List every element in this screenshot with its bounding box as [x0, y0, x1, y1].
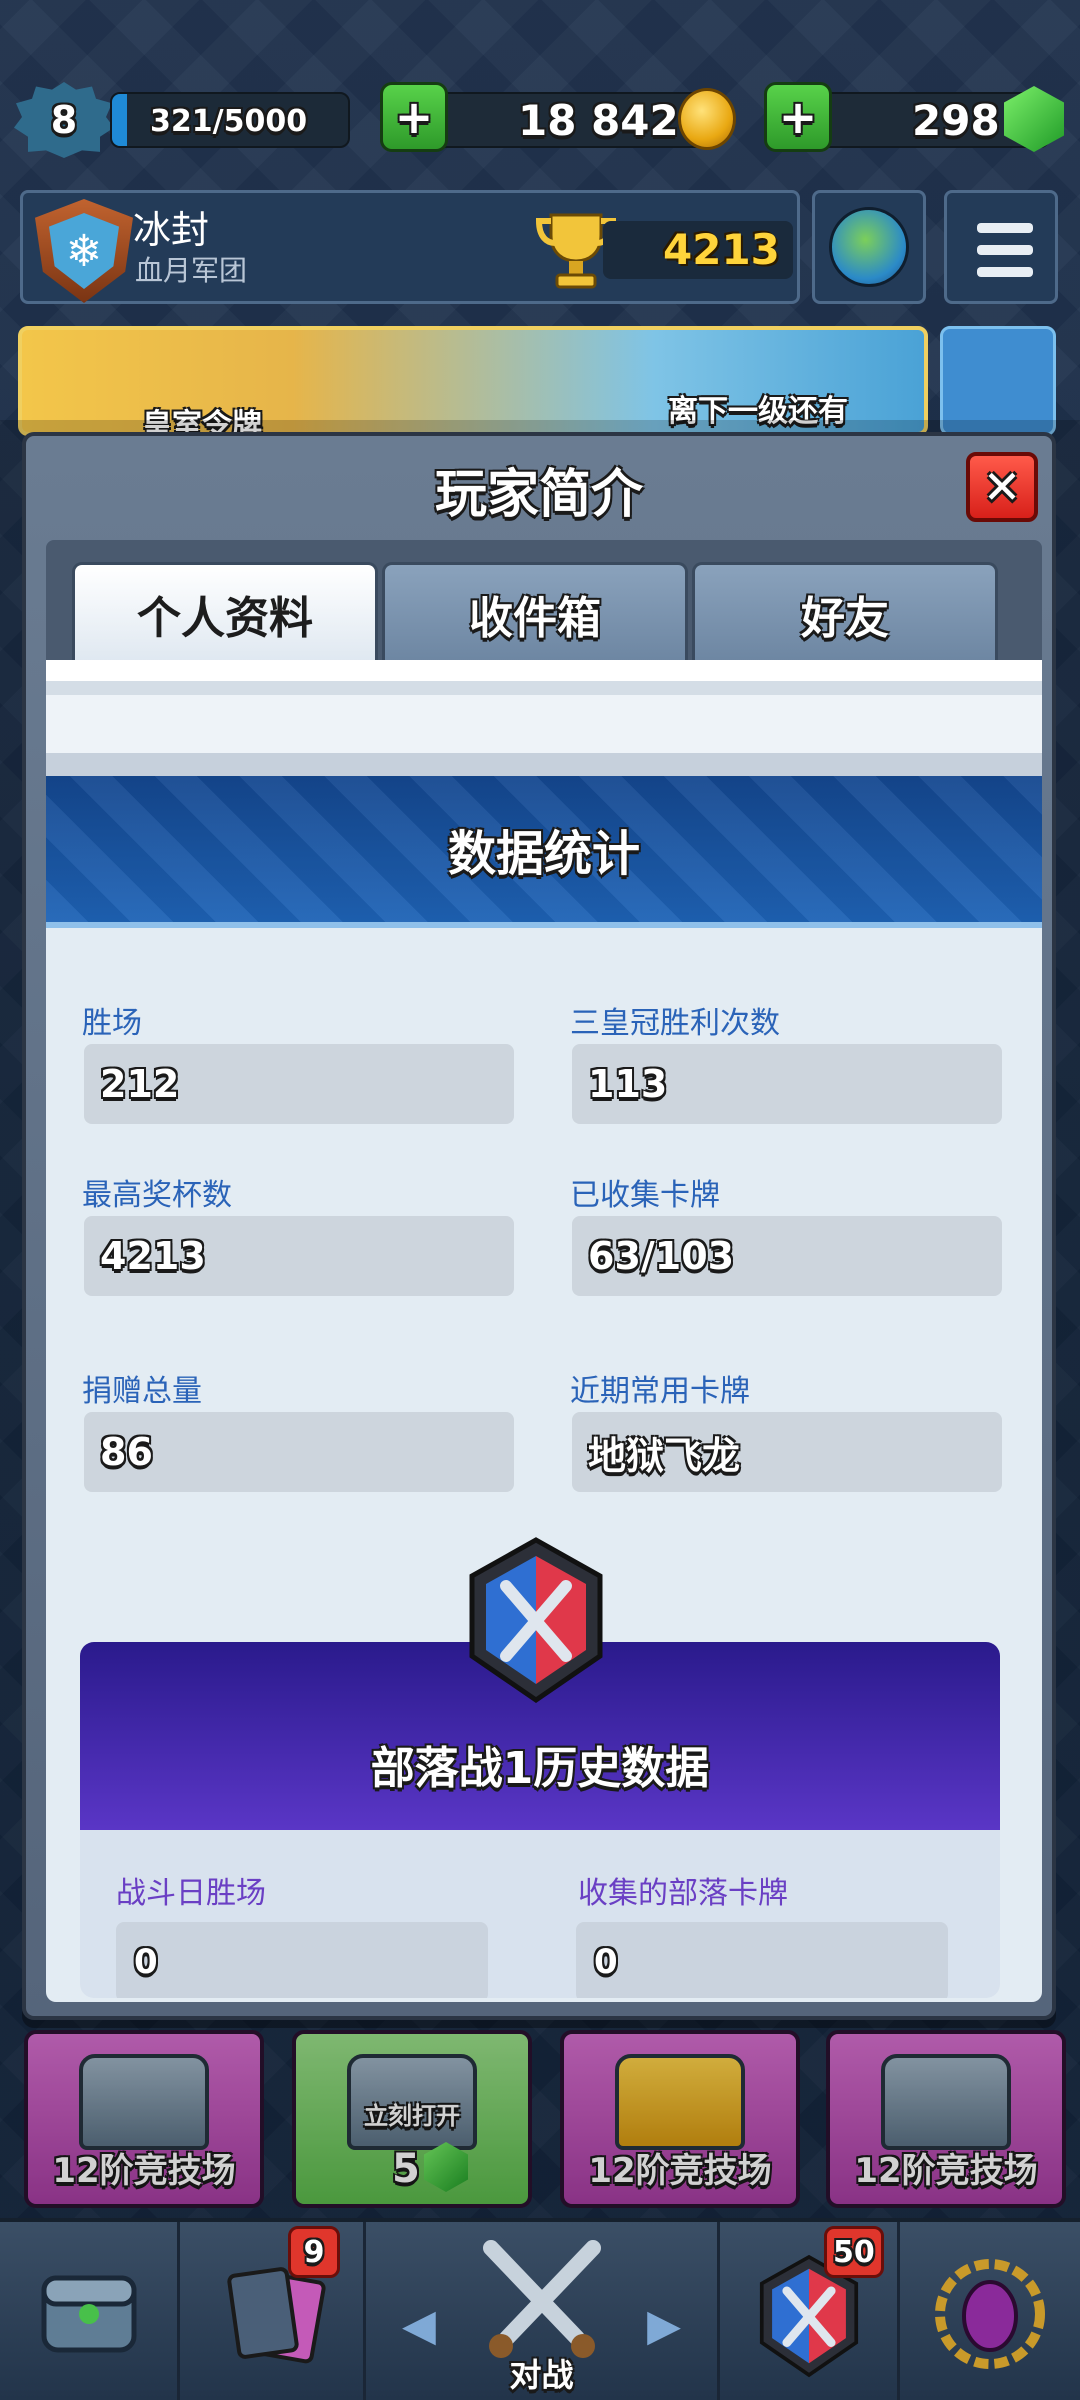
shop-chest-icon — [41, 2275, 136, 2353]
next-level-text: 离下一级还有 — [668, 394, 848, 429]
stat-value-donations: 86 — [84, 1412, 514, 1492]
resource-bar: 8 321/5000 + 18 842 + 298 — [0, 82, 1080, 158]
modal-title: 玩家简介 — [434, 465, 643, 525]
chest-slot-3[interactable]: 12阶竞技场 — [560, 2030, 800, 2208]
bottom-nav: 9 ◀ ▶ 对战 50 — [0, 2218, 1080, 2400]
close-icon: ✕ — [982, 460, 1022, 514]
royale-pass-banner[interactable]: 皇室令牌 离下一级还有 — [18, 326, 928, 436]
gold-value: 18 842 — [518, 96, 679, 145]
add-gems-button[interactable]: + — [764, 82, 832, 152]
pass-label: 皇室令牌 — [142, 408, 262, 436]
stat-value-three-crown: 113 — [572, 1044, 1002, 1124]
chest-slot-4[interactable]: 12阶竞技场 — [826, 2030, 1066, 2208]
war-label-wins: 战斗日胜场 — [116, 1876, 266, 1911]
add-gold-button[interactable]: + — [380, 82, 448, 152]
xp-text: 321/5000 — [150, 104, 308, 139]
tab-label: 个人资料 — [137, 592, 313, 644]
chest-slot-1[interactable]: 12阶竞技场 — [24, 2030, 264, 2208]
stat-value: 地狱飞龙 — [588, 1433, 741, 1478]
level-badge[interactable]: 8 — [14, 82, 114, 158]
stats-title: 数据统计 — [447, 826, 640, 882]
stat-value: 113 — [588, 1062, 668, 1106]
snowflake-icon: ❄ — [49, 213, 119, 289]
arrow-right-icon: ▶ — [647, 2300, 681, 2351]
tab-label: 好友 — [801, 592, 889, 644]
hamburger-icon — [977, 223, 1033, 233]
chest-label: 12阶竞技场 — [588, 2151, 772, 2191]
stat-value-wins: 212 — [84, 1044, 514, 1124]
friends-side-button[interactable] — [940, 326, 1056, 436]
clan-badge: 50 — [824, 2226, 884, 2278]
chest-icon — [881, 2054, 1011, 2150]
stat-value: 63/103 — [588, 1234, 735, 1278]
level-value: 8 — [50, 98, 78, 142]
tab-profile[interactable]: 个人资料 — [72, 562, 378, 662]
stat-label-three-crown: 三皇冠胜利次数 — [570, 1006, 780, 1041]
stat-label-cards-found: 已收集卡牌 — [570, 1178, 720, 1213]
plus-icon: + — [394, 90, 434, 144]
chest-slot-2[interactable]: 立刻打开 5 — [292, 2030, 532, 2208]
globe-icon — [829, 207, 909, 287]
events-trophy-icon — [935, 2259, 1045, 2369]
plus-icon: + — [778, 90, 818, 144]
tab-bar: 个人资料 收件箱 好友 — [46, 540, 1042, 662]
close-button[interactable]: ✕ — [966, 452, 1038, 522]
gold-chest-icon — [615, 2054, 745, 2150]
war-value-clan-cards: 0 — [576, 1922, 948, 1998]
badge-count: 50 — [833, 2234, 875, 2270]
tab-friends[interactable]: 好友 — [692, 562, 998, 662]
xp-bar: 321/5000 — [110, 92, 350, 148]
nav-events[interactable] — [900, 2222, 1080, 2400]
clan-badge-icon: ❄ — [35, 199, 133, 303]
stat-value-cards-found: 63/103 — [572, 1216, 1002, 1296]
stat-value: 0 — [594, 1942, 618, 1982]
stat-value: 86 — [100, 1430, 153, 1474]
chest-label: 12阶竞技场 — [52, 2151, 236, 2191]
stat-label-wins: 胜场 — [82, 1006, 142, 1041]
menu-button[interactable] — [944, 190, 1058, 304]
header-strip — [46, 660, 1042, 776]
clan-name: 血月军团 — [135, 254, 248, 287]
cards-badge: 9 — [288, 2226, 340, 2278]
tab-inbox[interactable]: 收件箱 — [382, 562, 688, 662]
stat-label-best-trophies: 最高奖杯数 — [82, 1178, 232, 1213]
trophy-count: 4213 — [663, 225, 780, 274]
arrow-left-icon: ◀ — [402, 2300, 436, 2351]
stats-banner: 数据统计 — [46, 776, 1042, 928]
social-button[interactable] — [812, 190, 926, 304]
nav-shop[interactable] — [0, 2222, 180, 2400]
tab-label: 收件箱 — [469, 592, 601, 644]
gold-coin-icon — [678, 88, 736, 150]
nav-battle[interactable]: ◀ ▶ 对战 — [366, 2222, 720, 2400]
stat-value: 212 — [100, 1062, 180, 1106]
open-cost: 5 — [392, 2146, 420, 2192]
stat-value-favorite-card: 地狱飞龙 — [572, 1412, 1002, 1492]
xp-bar-fill — [112, 94, 128, 146]
badge-count: 9 — [303, 2234, 325, 2270]
chest-label: 12阶竞技场 — [854, 2151, 1038, 2191]
stat-label-favorite-card: 近期常用卡牌 — [570, 1374, 750, 1409]
stat-value: 0 — [134, 1942, 158, 1982]
clan-war-title: 部落战1历史数据 — [370, 1743, 710, 1794]
gem-value: 298 — [912, 96, 1000, 145]
chest-icon — [79, 2054, 209, 2150]
war-value-wins: 0 — [116, 1922, 488, 1998]
battle-label: 对战 — [509, 2356, 574, 2394]
crossed-swords-icon — [482, 2240, 601, 2358]
stat-label-donations: 捐赠总量 — [82, 1374, 202, 1409]
clan-war-emblem-icon — [469, 1537, 603, 1704]
profile-card[interactable]: ❄ 冰封 血月军团 4213 — [20, 190, 800, 304]
stat-value: 4213 — [100, 1234, 206, 1278]
open-now-label: 立刻打开 — [364, 2102, 460, 2130]
nav-cards[interactable]: 9 — [180, 2222, 366, 2400]
player-name: 冰封 — [133, 208, 210, 252]
nav-clan[interactable]: 50 — [720, 2222, 900, 2400]
war-label-clan-cards: 收集的部落卡牌 — [578, 1876, 788, 1911]
stat-value-best-trophies: 4213 — [84, 1216, 514, 1296]
